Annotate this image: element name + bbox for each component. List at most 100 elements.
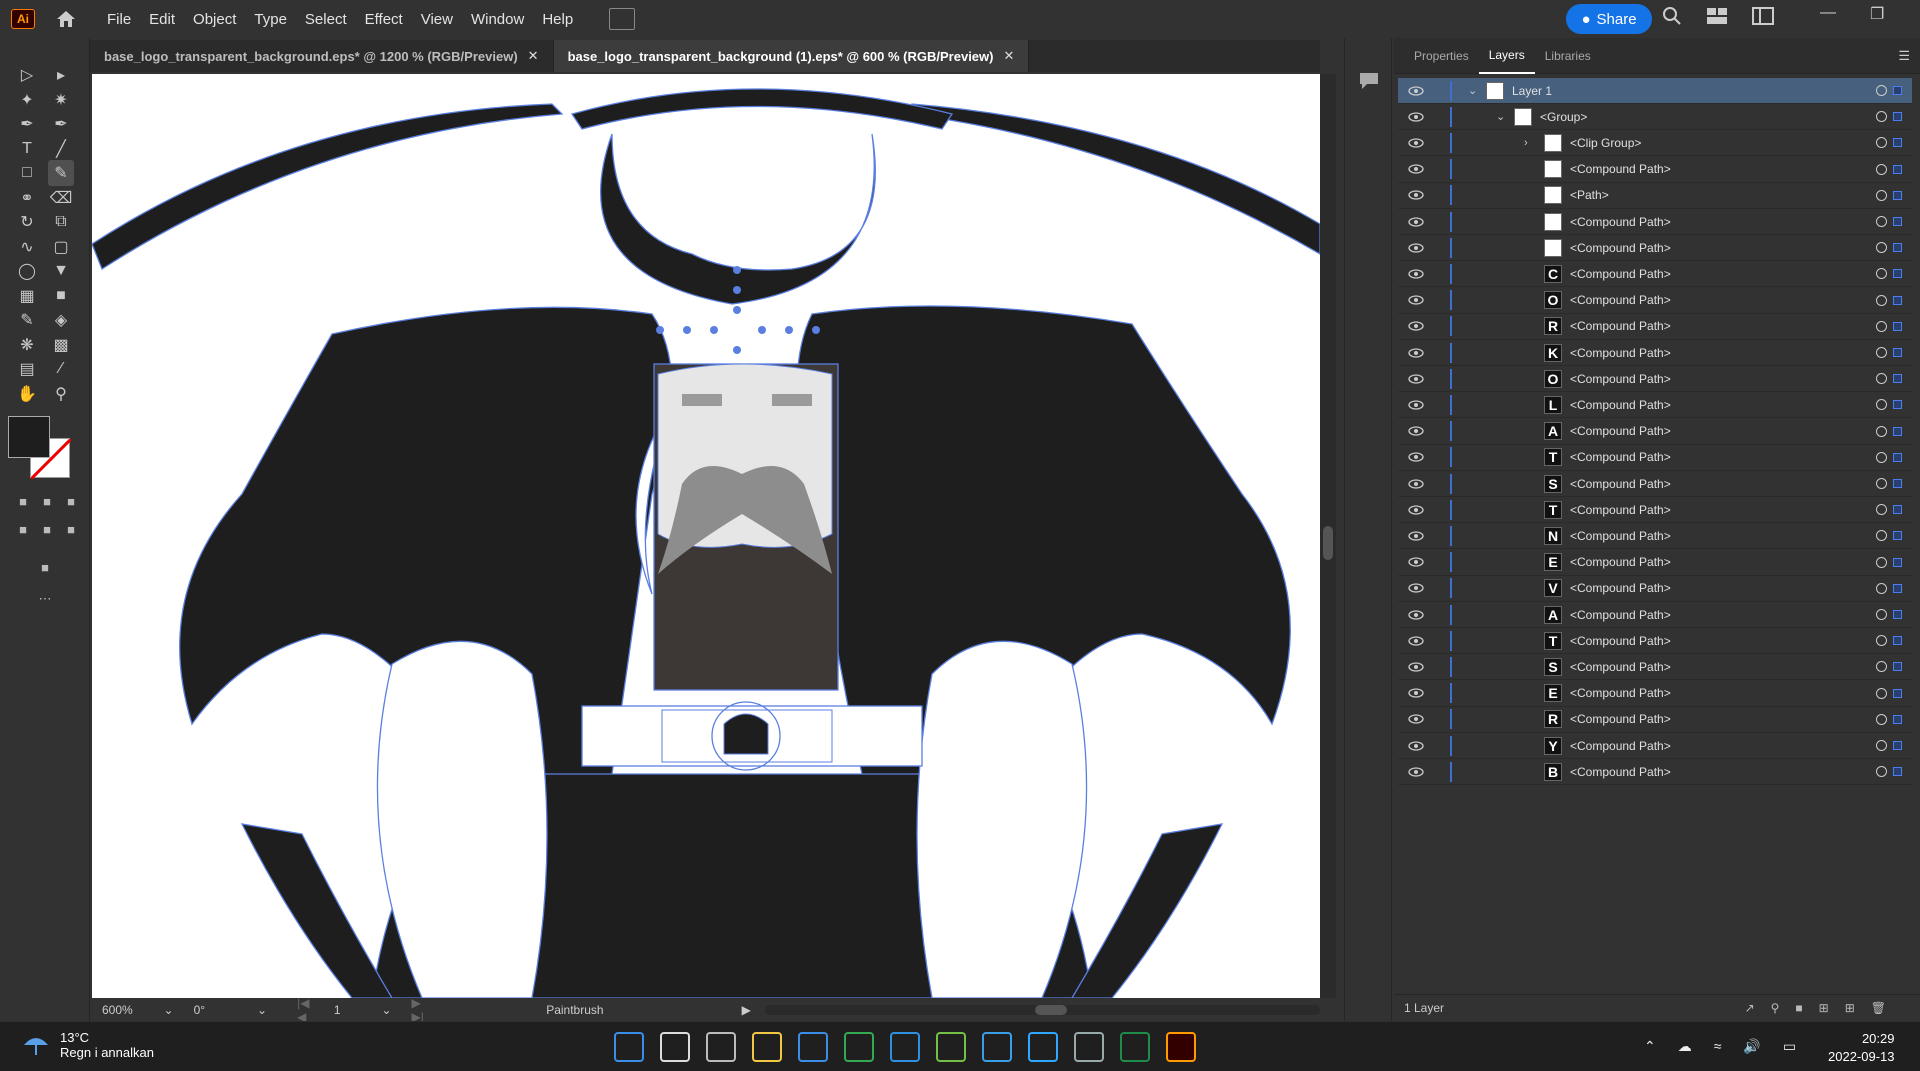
selection-indicator[interactable] (1893, 86, 1902, 95)
zoom-level[interactable]: 600% (102, 1003, 160, 1017)
layer-row[interactable]: › <Clip Group> (1398, 130, 1912, 157)
layer-row[interactable]: T <Compound Path> (1398, 445, 1912, 471)
artboard-tool-icon[interactable]: ▤ (14, 356, 40, 382)
menu-type[interactable]: Type (254, 11, 287, 28)
target-icon[interactable] (1876, 556, 1887, 568)
target-icon[interactable] (1876, 661, 1887, 673)
pen-tool-icon[interactable]: ✒ (14, 111, 40, 137)
microsoft-store-icon[interactable] (798, 1032, 828, 1062)
start-icon[interactable] (614, 1032, 644, 1062)
selection-indicator[interactable] (1893, 505, 1902, 515)
visibility-eye-icon[interactable] (1408, 269, 1424, 279)
layer-row[interactable]: <Compound Path> (1398, 157, 1912, 183)
scroll-thumb[interactable] (1323, 526, 1333, 560)
play-icon[interactable]: ▶ (742, 1003, 751, 1017)
selection-indicator[interactable] (1893, 741, 1902, 750)
selection-tool-icon[interactable]: ▷ (14, 62, 40, 88)
layer-row[interactable]: S <Compound Path> (1398, 471, 1912, 497)
selection-indicator[interactable] (1893, 636, 1902, 646)
blend-tool-icon[interactable]: ◈ (48, 307, 74, 333)
selection-indicator[interactable] (1893, 479, 1902, 488)
layer-row[interactable]: B <Compound Path> (1398, 759, 1912, 786)
target-icon[interactable] (1876, 189, 1887, 201)
close-icon[interactable]: ✕ (528, 48, 539, 64)
wifi-icon[interactable]: ≈ (1714, 1038, 1722, 1055)
selection-indicator[interactable] (1893, 138, 1902, 148)
selection-indicator[interactable] (1893, 269, 1902, 279)
target-icon[interactable] (1876, 713, 1887, 725)
target-icon[interactable] (1876, 268, 1887, 280)
direct-selection-tool-icon[interactable]: ▸ (48, 62, 74, 88)
target-icon[interactable] (1876, 320, 1887, 332)
hand-tool-icon[interactable]: ✋ (14, 381, 40, 407)
target-icon[interactable] (1876, 530, 1887, 542)
visibility-eye-icon[interactable] (1408, 714, 1424, 724)
target-icon[interactable] (1876, 373, 1887, 385)
selection-indicator[interactable] (1893, 217, 1902, 226)
share-button[interactable]: ● Share (1566, 4, 1652, 34)
target-icon[interactable] (1876, 111, 1887, 123)
selection-indicator[interactable] (1893, 321, 1902, 331)
layer-row[interactable]: R <Compound Path> (1398, 707, 1912, 733)
selection-indicator[interactable] (1893, 243, 1902, 253)
target-icon[interactable] (1876, 609, 1887, 620)
perspective-grid-tool-icon[interactable]: ▼ (48, 258, 74, 284)
menu-object[interactable]: Object (193, 11, 236, 28)
draw-behind-icon[interactable]: ■ (38, 520, 56, 538)
menu-file[interactable]: File (107, 11, 131, 28)
selection-indicator[interactable] (1893, 557, 1902, 567)
visibility-eye-icon[interactable] (1408, 164, 1424, 174)
fill-stroke-swatches[interactable] (8, 416, 73, 481)
none-mode-icon[interactable]: ■ (62, 492, 80, 510)
tab-layers[interactable]: Layers (1478, 38, 1535, 74)
draw-inside-icon[interactable]: ■ (62, 520, 80, 538)
photos-icon[interactable] (982, 1032, 1012, 1062)
tab-properties[interactable]: Properties (1404, 39, 1479, 73)
comments-icon[interactable] (1359, 72, 1379, 90)
visibility-eye-icon[interactable] (1408, 347, 1424, 358)
target-icon[interactable] (1876, 635, 1887, 647)
illustrator-icon[interactable] (1166, 1032, 1196, 1062)
visibility-eye-icon[interactable] (1408, 557, 1424, 567)
screen-mode-icon[interactable]: ■ (36, 558, 54, 576)
selection-indicator[interactable] (1893, 531, 1902, 541)
target-icon[interactable] (1876, 582, 1887, 594)
shape-builder-tool-icon[interactable]: ◯ (14, 258, 40, 284)
scale-tool-icon[interactable]: ⧉ (48, 209, 74, 235)
layer-row[interactable]: <Compound Path> (1398, 209, 1912, 235)
shaper-tool-icon[interactable]: ⚭ (14, 185, 40, 211)
layer-footer-icons[interactable]: ↗⚲■⊞⊞🗑 (1745, 1001, 1902, 1015)
tab-document-1[interactable]: base_logo_transparent_background.eps* @ … (90, 40, 554, 72)
visibility-eye-icon[interactable] (1408, 243, 1424, 253)
selection-indicator[interactable] (1893, 610, 1902, 619)
layer-row[interactable]: N <Compound Path> (1398, 523, 1912, 550)
battery-icon[interactable]: ▭ (1783, 1038, 1796, 1055)
visibility-eye-icon[interactable] (1408, 452, 1424, 462)
target-icon[interactable] (1876, 504, 1887, 516)
target-icon[interactable] (1876, 425, 1887, 437)
target-icon[interactable] (1876, 85, 1887, 96)
restore-icon[interactable]: ❐ (1870, 4, 1884, 24)
target-icon[interactable] (1876, 163, 1887, 175)
tab-libraries[interactable]: Libraries (1535, 39, 1601, 73)
task-view-icon[interactable] (706, 1032, 736, 1062)
menu-effect[interactable]: Effect (365, 11, 403, 28)
curvature-tool-icon[interactable]: ✒ (48, 111, 74, 137)
layer-row[interactable]: A <Compound Path> (1398, 419, 1912, 445)
visibility-eye-icon[interactable] (1408, 636, 1424, 646)
graph-tool-icon[interactable]: ▩ (48, 332, 74, 358)
selection-indicator[interactable] (1893, 452, 1902, 462)
target-icon[interactable] (1876, 216, 1887, 227)
layer-row[interactable]: V <Compound Path> (1398, 576, 1912, 602)
menu-window[interactable]: Window (471, 11, 524, 28)
target-icon[interactable] (1876, 399, 1887, 411)
artboard-next-icons[interactable]: ▶ ▶| (412, 996, 437, 1024)
visibility-eye-icon[interactable] (1408, 138, 1424, 148)
tab-document-2[interactable]: base_logo_transparent_background (1).eps… (553, 40, 1030, 72)
color-mode-icon[interactable]: ■ (14, 492, 32, 510)
selection-indicator[interactable] (1893, 374, 1902, 384)
target-icon[interactable] (1876, 766, 1887, 778)
visibility-eye-icon[interactable] (1408, 190, 1424, 200)
selection-indicator[interactable] (1893, 426, 1902, 436)
type-tool-icon[interactable]: T (14, 136, 40, 162)
